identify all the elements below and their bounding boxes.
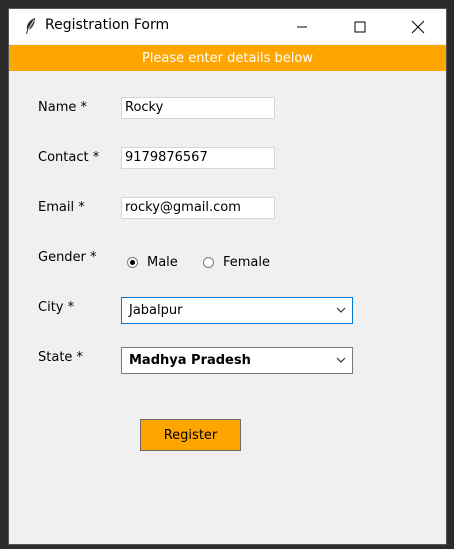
window-title: Registration Form: [45, 17, 170, 33]
minimize-button[interactable]: [279, 9, 325, 44]
city-select[interactable]: Jabalpur: [121, 297, 353, 324]
contact-label: Contact *: [38, 150, 100, 165]
state-select[interactable]: Madhya Pradesh: [121, 347, 353, 374]
maximize-icon: [354, 21, 366, 32]
radio-unselected-icon: [203, 257, 214, 268]
gender-label: Gender *: [38, 250, 97, 265]
gender-option-label: Female: [223, 255, 271, 270]
city-selected-value: Jabalpur: [129, 303, 183, 318]
title-bar: Registration Form: [9, 9, 446, 44]
minimize-icon: [297, 26, 307, 27]
state-label: State *: [38, 350, 84, 365]
state-selected-value: Madhya Pradesh: [129, 353, 251, 368]
close-button[interactable]: [395, 9, 441, 44]
gender-radio-male[interactable]: Male: [127, 255, 178, 270]
radio-selected-icon: [127, 257, 138, 268]
contact-field[interactable]: 9179876567: [121, 147, 275, 169]
email-label: Email *: [38, 200, 85, 215]
registration-window: Registration Form Please enter details b…: [8, 8, 447, 545]
name-field[interactable]: Rocky: [121, 97, 275, 119]
gender-option-label: Male: [147, 255, 178, 270]
city-label: City *: [38, 300, 75, 315]
chevron-down-icon: [336, 357, 346, 363]
instruction-banner: Please enter details below: [9, 45, 446, 71]
close-icon: [411, 20, 425, 33]
feather-icon: [26, 18, 35, 34]
maximize-button[interactable]: [337, 9, 383, 44]
chevron-down-icon: [336, 307, 346, 313]
gender-radio-female[interactable]: Female: [203, 255, 270, 270]
register-button[interactable]: Register: [140, 419, 241, 451]
name-label: Name *: [38, 100, 87, 115]
email-field[interactable]: rocky@gmail.com: [121, 197, 275, 219]
